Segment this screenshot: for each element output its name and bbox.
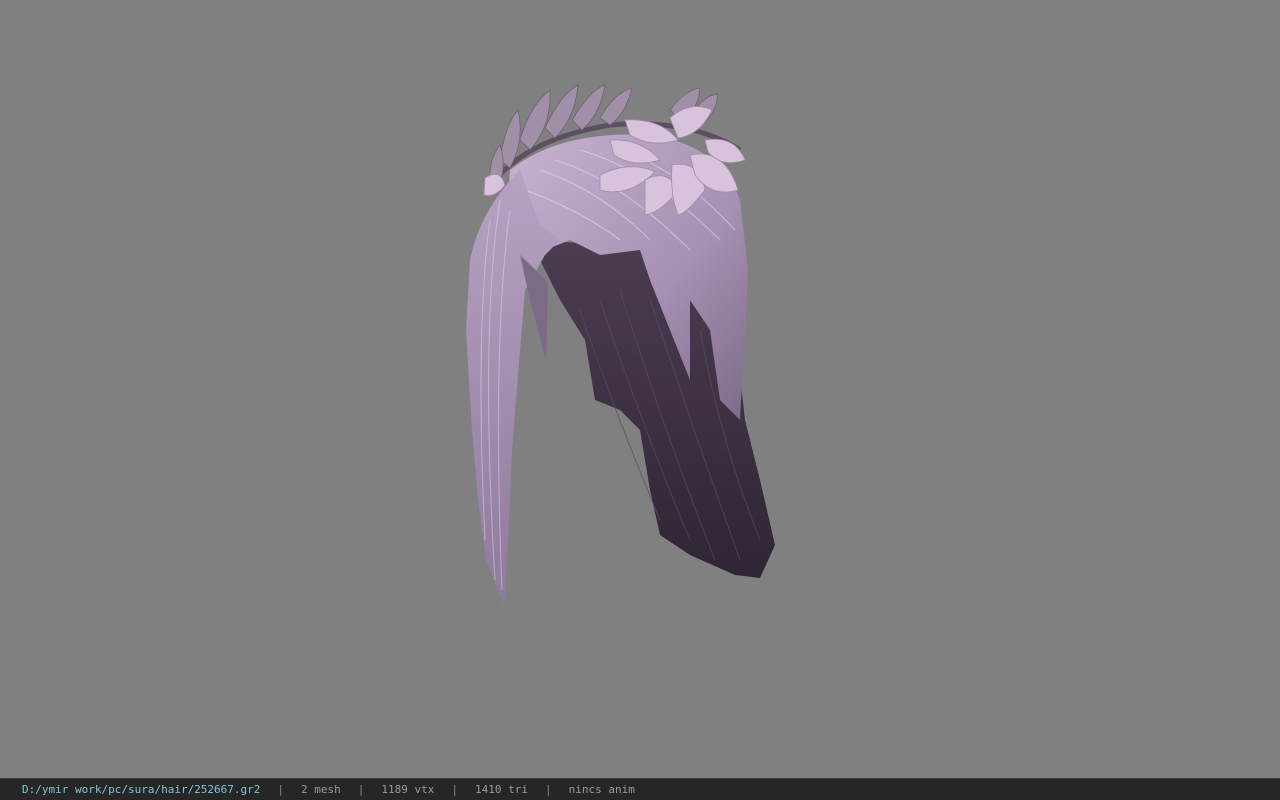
animation-status-label: nincs anim (568, 783, 635, 796)
vertex-count-label: 1189 vtx (381, 783, 435, 796)
3d-viewport[interactable] (0, 0, 1280, 778)
separator: | (451, 783, 459, 796)
mesh-count-label: 2 mesh (301, 783, 341, 796)
status-bar: D:/ymir work/pc/sura/hair/252667.gr2 | 2… (0, 778, 1280, 800)
file-path-label: D:/ymir work/pc/sura/hair/252667.gr2 (22, 783, 261, 796)
hair-side-tuft (520, 255, 548, 362)
triangle-count-label: 1410 tri (475, 783, 529, 796)
hair-model-render (466, 84, 775, 605)
separator: | (357, 783, 365, 796)
separator: | (277, 783, 285, 796)
separator: | (545, 783, 552, 796)
hair-front-strand (466, 170, 560, 605)
